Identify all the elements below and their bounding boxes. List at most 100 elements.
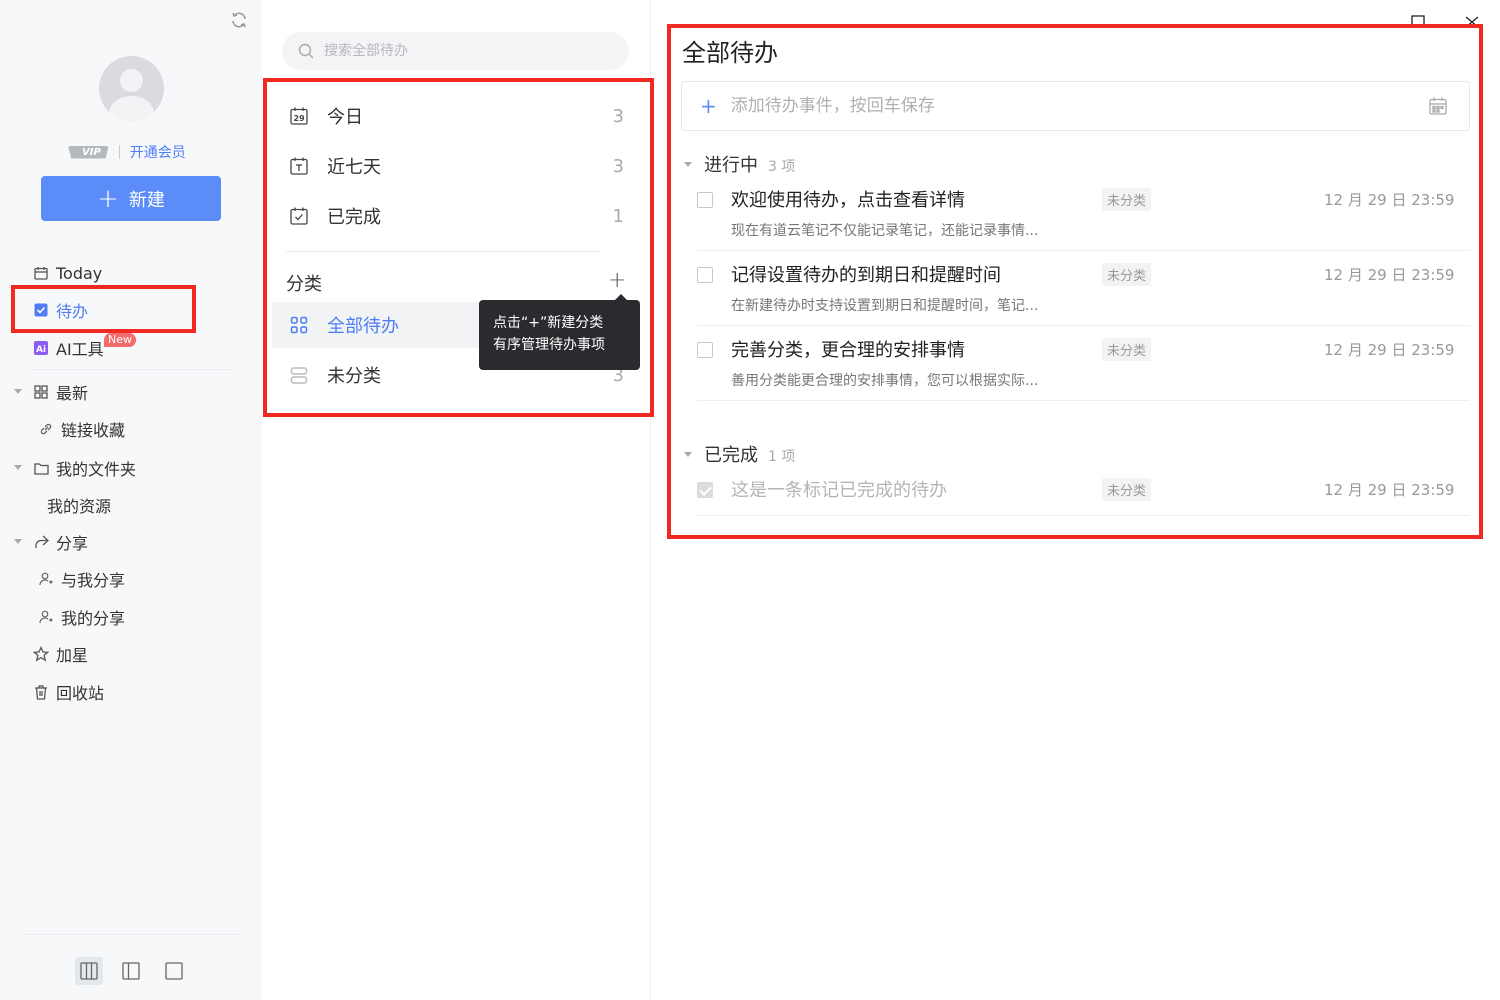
share-icon [33,534,49,550]
category-label: 全部待办 [327,316,399,337]
filter-completed[interactable]: 已完成 1 [272,193,639,239]
group-completed[interactable]: 已完成 1 项 [684,441,795,467]
sidebar: VIP 开通会员 + 新建 Today 待办 Ai AI工具 New 最新 链接… [0,0,262,1000]
todo-item[interactable]: 记得设置待办的到期日和提醒时间 在新建待办时支持设置到期日和提醒时间，笔记...… [697,251,1470,326]
vip-badge: VIP [68,145,109,159]
calendar-29-icon: 29 [289,106,309,126]
maximize-button[interactable] [1408,10,1428,30]
caret-down-icon [684,452,692,457]
minimize-icon [1359,24,1371,26]
caret-down-icon[interactable] [14,539,22,544]
plus-icon: + [700,94,717,118]
todo-due-date: 12 月 29 日 23:59 [1324,266,1455,284]
filter-label: 已完成 [327,207,381,228]
sidebar-item-share[interactable]: 分享 [33,529,88,555]
todo-due-date: 12 月 29 日 23:59 [1324,481,1455,499]
category-title: 分类 [286,274,322,295]
todo-item[interactable]: 完善分类，更合理的安排事情 善用分类能更合理的安排事情，您可以根据实际... 未… [697,326,1470,401]
calendar-t-icon [289,156,309,176]
todo-check-icon [33,302,49,318]
todo-item-completed[interactable]: 这是一条标记已完成的待办 未分类 12 月 29 日 23:59 [697,466,1470,516]
add-todo-input[interactable] [730,96,1391,116]
maximize-icon [1411,15,1425,27]
user-share-icon [38,571,54,587]
search-box[interactable] [282,32,629,70]
star-icon [33,646,49,662]
refresh-icon[interactable] [230,11,248,29]
layout-single-column-button[interactable] [160,957,188,985]
filter-next-seven-days[interactable]: 近七天 3 [272,143,639,189]
new-badge: New [104,333,136,347]
sidebar-item-shared-with-me[interactable]: 与我分享 [38,566,125,592]
sidebar-item-label: 分享 [56,534,89,553]
todo-title: 这是一条标记已完成的待办 [731,480,947,501]
todo-due-date: 12 月 29 日 23:59 [1324,341,1455,359]
todo-category-tag: 未分类 [1102,338,1152,361]
group-count: 1 项 [768,449,796,465]
group-name: 已完成 [704,445,758,466]
filter-count: 1 [612,205,624,227]
single-column-icon [165,962,183,980]
sidebar-item-label: Today [56,263,103,283]
todo-due-date: 12 月 29 日 23:59 [1324,191,1455,209]
uncategorized-icon [289,365,309,385]
caret-down-icon[interactable] [14,465,22,470]
todo-title: 欢迎使用待办，点击查看详情 [731,190,965,211]
group-in-progress[interactable]: 进行中 3 项 [684,151,795,177]
todo-category-tag: 未分类 [1102,188,1152,211]
layout-two-column-button[interactable] [117,957,145,985]
filter-label: 今日 [327,107,363,128]
link-icon [38,421,54,437]
layout-three-column-button[interactable] [75,957,103,985]
search-input[interactable] [324,43,604,59]
sidebar-item-today[interactable]: Today [33,260,102,286]
avatar[interactable] [99,56,164,121]
open-membership-link[interactable]: 开通会员 [130,142,186,162]
filter-label: 近七天 [327,157,381,178]
category-label: 未分类 [327,366,381,387]
add-category-button[interactable]: + [608,268,626,293]
sidebar-item-latest[interactable]: 最新 [33,379,88,405]
todo-category-tag: 未分类 [1102,478,1152,501]
tooltip-line: 点击“+”新建分类 [493,315,604,331]
sidebar-item-trash[interactable]: 回收站 [33,679,104,705]
sidebar-item-my-folders[interactable]: 我的文件夹 [33,455,136,481]
close-button[interactable] [1462,10,1482,30]
close-icon [1465,16,1479,27]
sidebar-item-my-shares[interactable]: 我的分享 [38,604,125,630]
sidebar-item-my-resources[interactable]: 我的资源 [47,492,111,518]
caret-down-icon [684,162,692,167]
todo-description: 现在有道云笔记不仅能记录笔记，还能记录事情... [731,223,1039,239]
add-todo-bar[interactable]: + [681,81,1470,131]
sidebar-item-label: 回收站 [56,684,105,703]
sidebar-item-label: 链接收藏 [61,421,126,440]
todo-checkbox[interactable] [697,192,713,208]
sidebar-item-label: 与我分享 [61,571,126,590]
sidebar-item-label: 我的文件夹 [56,460,137,479]
sidebar-item-todo[interactable]: 待办 [33,297,88,323]
svg-text:Ai: Ai [36,345,46,355]
search-icon [298,43,314,59]
caret-down-icon[interactable] [14,389,22,394]
todo-checkbox[interactable] [697,267,713,283]
sidebar-item-starred[interactable]: 加星 [33,641,88,667]
sidebar-item-ai-tools[interactable]: Ai AI工具 [33,335,104,361]
group-name: 进行中 [704,155,758,176]
todo-title: 完善分类，更合理的安排事情 [731,340,965,361]
todo-checkbox-checked[interactable] [697,482,713,498]
calendar-icon [33,265,49,281]
todo-item[interactable]: 欢迎使用待办，点击查看详情 现在有道云笔记不仅能记录笔记，还能记录事情... 未… [697,176,1470,251]
due-date-calendar-icon[interactable] [1429,97,1447,115]
tooltip-line: 有序管理待办事项 [493,337,605,353]
grid-icon [33,384,49,400]
sidebar-item-link-favorites[interactable]: 链接收藏 [38,416,125,442]
filter-today[interactable]: 29 今日 3 [272,93,639,139]
sidebar-item-label: AI工具 [56,340,104,359]
new-button[interactable]: + 新建 [41,176,221,221]
sidebar-item-label: 待办 [56,302,89,321]
minimize-button[interactable] [1355,10,1375,30]
todo-category-panel: 29 今日 3 近七天 3 已完成 1 分类 + 全部待办 未分类 3 点击“+… [262,0,651,1000]
trash-icon [33,684,49,700]
todo-checkbox[interactable] [697,342,713,358]
new-button-label: 新建 [128,189,165,211]
